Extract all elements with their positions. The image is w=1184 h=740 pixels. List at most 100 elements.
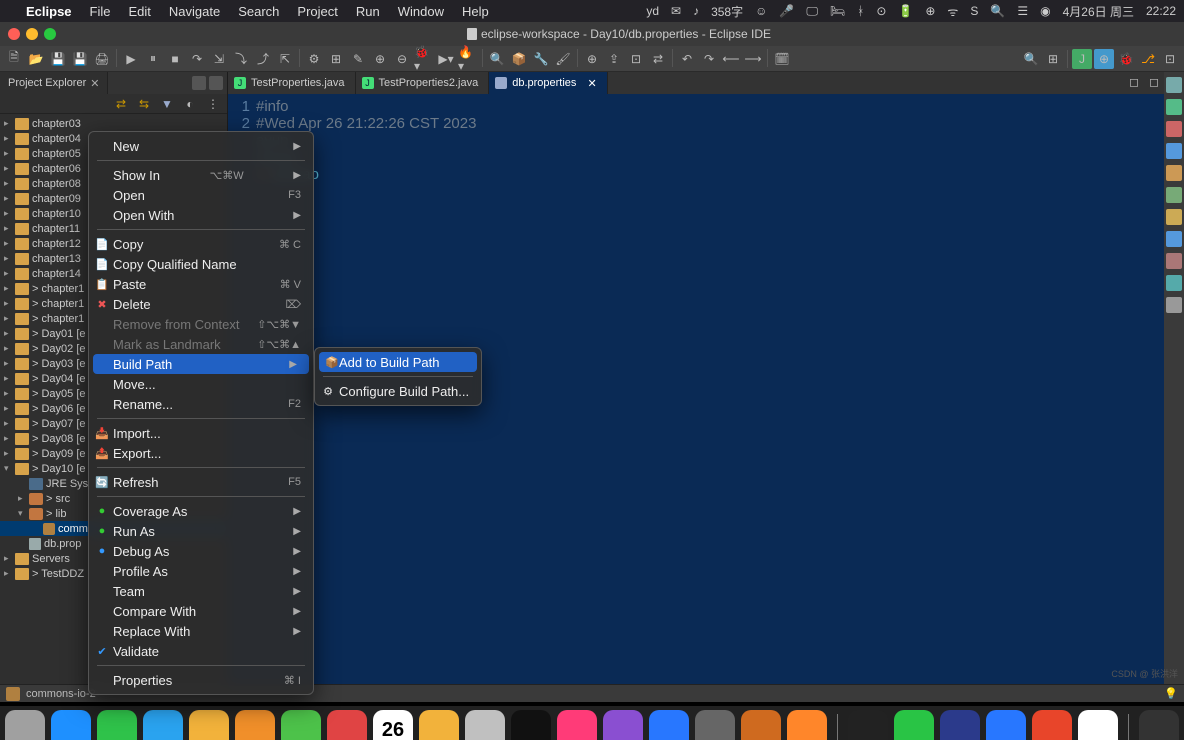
trim-view-icon[interactable]	[1166, 275, 1182, 291]
ime-status[interactable]: 358字	[711, 3, 743, 20]
emoji-icon[interactable]: ☺	[755, 4, 767, 18]
tree-item[interactable]: ▸chapter03	[0, 116, 227, 131]
focus-icon[interactable]: ◐	[180, 94, 200, 114]
menu-item-show-in[interactable]: Show In⌥⌘W▶	[89, 165, 313, 185]
close-icon[interactable]: ✕	[90, 77, 99, 90]
menu-item-configure-build-path[interactable]: ⚙Configure Build Path...	[315, 381, 481, 401]
toolbar-button[interactable]: ⊖	[392, 49, 412, 69]
context-menu[interactable]: New▶Show In⌥⌘W▶OpenF3Open With▶📄Copy⌘ C📄…	[88, 131, 314, 695]
menu-window[interactable]: Window	[398, 4, 444, 19]
dock-app[interactable]	[940, 710, 980, 740]
menu-item-properties[interactable]: Properties⌘ I	[89, 670, 313, 690]
menubar-date[interactable]: 4月26日 周三	[1063, 3, 1134, 20]
toolbar-button[interactable]: 🔍	[487, 49, 507, 69]
menu-edit[interactable]: Edit	[128, 4, 150, 19]
menu-item-export[interactable]: 📤Export...	[89, 443, 313, 463]
toolbar-button[interactable]: ⤵	[231, 49, 251, 69]
toolbar-button[interactable]: ↷	[187, 49, 207, 69]
toolbar-button[interactable]: ⚙	[304, 49, 324, 69]
trim-view-icon[interactable]	[1166, 121, 1182, 137]
menu-item-open[interactable]: OpenF3	[89, 185, 313, 205]
dock-app[interactable]	[51, 710, 91, 740]
toolbar-button[interactable]: ⊕	[582, 49, 602, 69]
dock-app[interactable]	[848, 710, 888, 740]
editor-toolbar-button[interactable]: ◻	[1144, 72, 1164, 92]
menu-item-rename[interactable]: Rename...F2	[89, 394, 313, 414]
menu-item-refresh[interactable]: 🔄RefreshF5	[89, 472, 313, 492]
menu-item-import[interactable]: 📥Import...	[89, 423, 313, 443]
maximize-view-icon[interactable]	[209, 76, 223, 90]
toolbar-button[interactable]: ⊡	[626, 49, 646, 69]
window-zoom-button[interactable]	[44, 28, 56, 40]
toolbar-button[interactable]: 🖌	[553, 49, 573, 69]
toolbar-button[interactable]: 🔥▾	[458, 49, 478, 69]
toolbar-button[interactable]: 🗓	[772, 49, 792, 69]
menu-item-copy[interactable]: 📄Copy⌘ C	[89, 234, 313, 254]
menu-item-debug-as[interactable]: ●Debug As▶	[89, 541, 313, 561]
toolbar-button[interactable]: ⤴	[253, 49, 273, 69]
dock-app[interactable]	[465, 710, 505, 740]
control-center-icon[interactable]: ☰	[1017, 4, 1028, 18]
dock-app[interactable]	[97, 710, 137, 740]
menu-file[interactable]: File	[90, 4, 111, 19]
toolbar-button[interactable]: ⇱	[275, 49, 295, 69]
toolbar-button[interactable]: ↶	[677, 49, 697, 69]
link-editor-icon[interactable]: ⇆	[134, 94, 154, 114]
dock-app[interactable]	[787, 710, 827, 740]
dock-app[interactable]	[1032, 710, 1072, 740]
menu-item-delete[interactable]: ✖Delete⌦	[89, 294, 313, 314]
window-minimize-button[interactable]	[26, 28, 38, 40]
toolbar-button[interactable]: ▶▾	[436, 49, 456, 69]
toolbar-button[interactable]: 📂	[26, 49, 46, 69]
dock-app[interactable]	[511, 710, 551, 740]
menu-item-team[interactable]: Team▶	[89, 581, 313, 601]
toolbar-button[interactable]: 📦	[509, 49, 529, 69]
toolbar-button[interactable]: ✎	[348, 49, 368, 69]
trim-view-icon[interactable]	[1166, 187, 1182, 203]
dock-app[interactable]	[603, 710, 643, 740]
dock-app[interactable]	[327, 710, 367, 740]
dock-app[interactable]	[1078, 710, 1118, 740]
debug-perspective-icon[interactable]: 🐞	[1116, 49, 1136, 69]
toolbar-button[interactable]: ⟵	[721, 49, 741, 69]
menu-item-replace-with[interactable]: Replace With▶	[89, 621, 313, 641]
editor-tab[interactable]: JTestProperties.java	[228, 72, 356, 94]
menu-item-profile-as[interactable]: Profile As▶	[89, 561, 313, 581]
dock-app[interactable]: 26	[373, 710, 413, 740]
mic-icon[interactable]: 🎤	[779, 4, 794, 18]
menu-help[interactable]: Help	[462, 4, 489, 19]
minimize-view-icon[interactable]	[192, 76, 206, 90]
trim-view-icon[interactable]	[1166, 143, 1182, 159]
music-icon[interactable]: ♪	[693, 4, 699, 18]
menu-item-build-path[interactable]: Build Path▶	[93, 354, 309, 374]
jee-perspective-icon[interactable]: ⊕	[1094, 49, 1114, 69]
view-menu-icon[interactable]: ⋮	[203, 94, 223, 114]
menu-navigate[interactable]: Navigate	[169, 4, 220, 19]
menu-item-new[interactable]: New▶	[89, 136, 313, 156]
toolbar-button[interactable]: ⊞	[326, 49, 346, 69]
menu-run[interactable]: Run	[356, 4, 380, 19]
window-close-button[interactable]	[8, 28, 20, 40]
project-explorer-tab[interactable]: Project Explorer ✕	[0, 72, 108, 94]
toolbar-button[interactable]: ⟶	[743, 49, 763, 69]
menu-item-move[interactable]: Move...	[89, 374, 313, 394]
dock-app[interactable]	[986, 710, 1026, 740]
close-icon[interactable]: ✕	[587, 77, 596, 90]
editor-tab[interactable]: JTestProperties2.java	[356, 72, 490, 94]
dock-app[interactable]	[5, 710, 45, 740]
trim-view-icon[interactable]	[1166, 297, 1182, 313]
bluetooth-icon[interactable]: ᚼ	[857, 4, 864, 18]
toolbar-button[interactable]: ↷	[699, 49, 719, 69]
trim-view-icon[interactable]	[1166, 253, 1182, 269]
toolbar-button[interactable]: 💾	[70, 49, 90, 69]
dock-app[interactable]	[281, 710, 321, 740]
toolbar-button[interactable]: ■	[165, 49, 185, 69]
dock-app[interactable]	[143, 710, 183, 740]
java-perspective-icon[interactable]: J	[1072, 49, 1092, 69]
menu-item-coverage-as[interactable]: ●Coverage As▶	[89, 501, 313, 521]
menu-item-compare-with[interactable]: Compare With▶	[89, 601, 313, 621]
dock-app[interactable]	[695, 710, 735, 740]
trim-view-icon[interactable]	[1166, 77, 1182, 93]
editor-toolbar-button[interactable]: ◻	[1124, 72, 1144, 92]
sogou-icon[interactable]: S	[970, 4, 978, 18]
